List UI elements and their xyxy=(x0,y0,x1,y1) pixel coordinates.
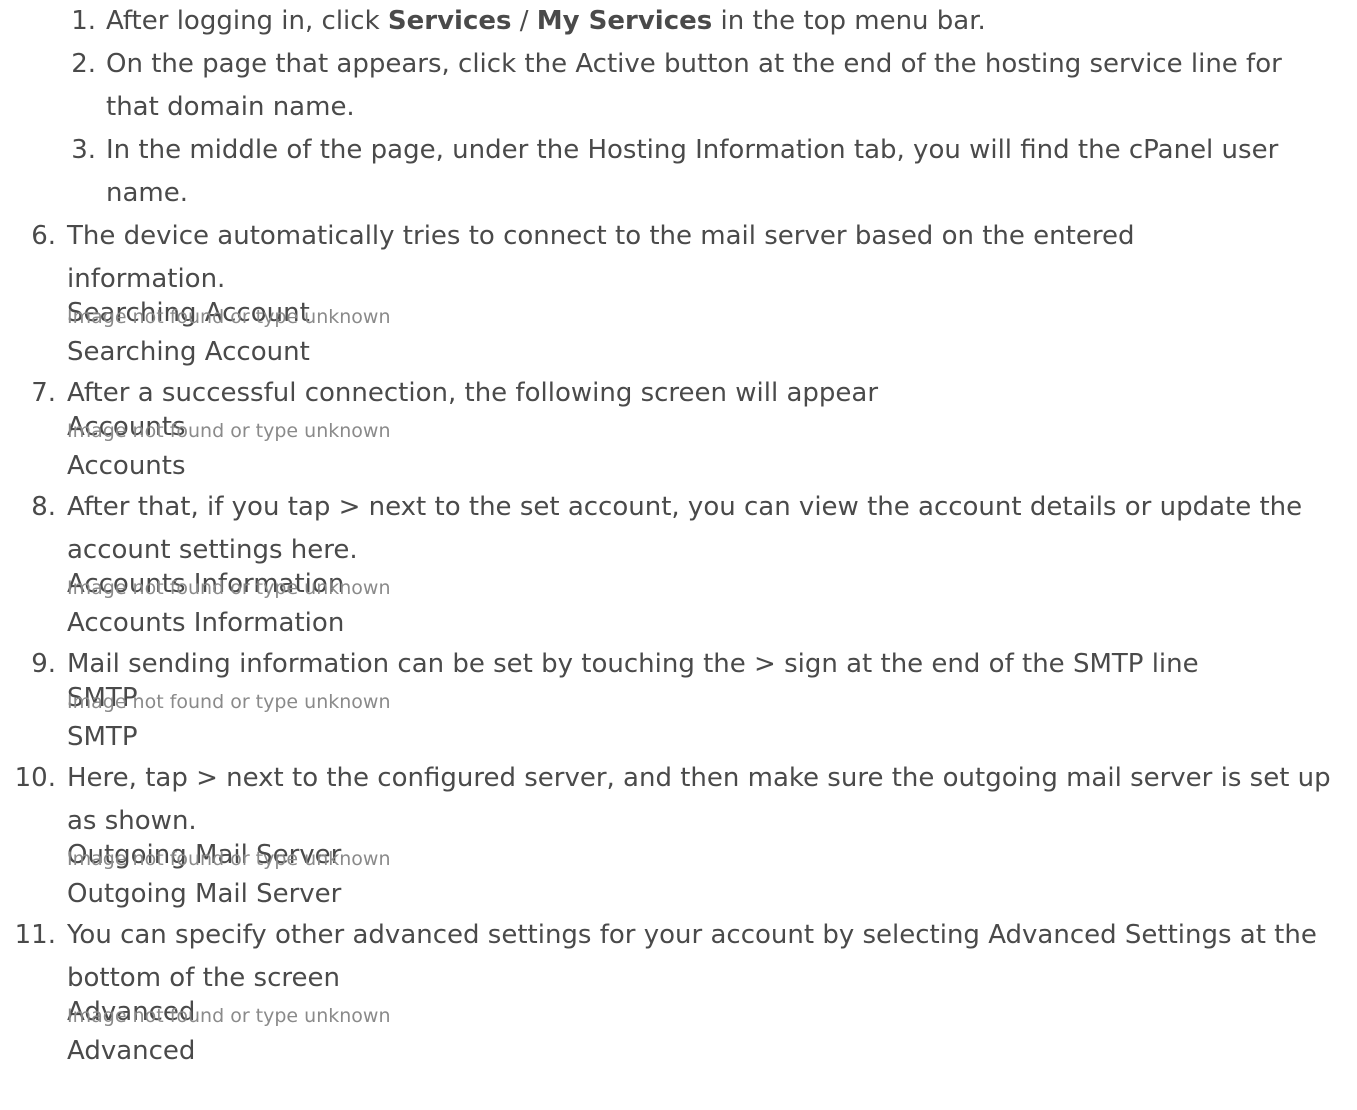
substep-number: 1. xyxy=(71,6,96,36)
document-page: 1. After logging in, click Services / My… xyxy=(0,0,1357,1110)
substep-3: 3. In the middle of the page, under the … xyxy=(0,129,1357,215)
image-caption: Accounts Information xyxy=(67,608,345,638)
my-services-menu-label: My Services xyxy=(536,6,713,36)
step-6: 6. The device automatically tries to con… xyxy=(0,215,1357,372)
broken-image-icon: Image not found or type unknown xyxy=(67,577,391,599)
substep-2: 2. On the page that appears, click the A… xyxy=(0,43,1357,129)
broken-image-icon: Image not found or type unknown xyxy=(67,691,391,713)
step-text: The device automatically tries to connec… xyxy=(67,221,1135,294)
step-list: 6. The device automatically tries to con… xyxy=(0,215,1357,1071)
image-caption: SMTP xyxy=(67,722,138,752)
image-caption: Searching Account xyxy=(67,337,310,367)
step-text: Here, tap > next to the configured serve… xyxy=(67,763,1331,836)
step-text: After a successful connection, the follo… xyxy=(67,378,879,408)
image-caption: Outgoing Mail Server xyxy=(67,879,342,909)
step-text: Mail sending information can be set by t… xyxy=(67,649,1199,679)
broken-image-icon: Image not found or type unknown xyxy=(67,306,391,328)
image-caption: Accounts xyxy=(67,451,186,481)
substep-number: 3. xyxy=(71,135,96,165)
image-placeholder: Advanced Image not found or type unknown xyxy=(67,997,1357,1032)
step-number: 8. xyxy=(31,492,56,522)
step-9: 9. Mail sending information can be set b… xyxy=(0,643,1357,757)
image-placeholder: Accounts Information Image not found or … xyxy=(67,569,1357,604)
step-11: 11. You can specify other advanced setti… xyxy=(0,914,1357,1071)
step-number: 9. xyxy=(31,649,56,679)
substep-list: 1. After logging in, click Services / My… xyxy=(0,0,1357,215)
broken-image-icon: Image not found or type unknown xyxy=(67,420,391,442)
substep-text: In the middle of the page, under the Hos… xyxy=(106,135,1279,208)
step-number: 10. xyxy=(14,763,56,793)
step-text: You can specify other advanced settings … xyxy=(67,920,1317,993)
substep-1: 1. After logging in, click Services / My… xyxy=(0,0,1357,43)
substep-text: On the page that appears, click the Acti… xyxy=(106,49,1282,122)
broken-image-icon: Image not found or type unknown xyxy=(67,1005,391,1027)
step-number: 7. xyxy=(31,378,56,408)
step-number: 6. xyxy=(31,221,56,251)
image-placeholder: Accounts Image not found or type unknown xyxy=(67,412,1357,447)
image-placeholder: Searching Account Image not found or typ… xyxy=(67,298,1357,333)
image-caption: Advanced xyxy=(67,1036,196,1066)
services-menu-label: Services xyxy=(387,6,512,36)
image-placeholder: SMTP Image not found or type unknown xyxy=(67,683,1357,718)
step-7: 7. After a successful connection, the fo… xyxy=(0,372,1357,486)
broken-image-icon: Image not found or type unknown xyxy=(67,848,391,870)
step-number: 11. xyxy=(14,920,56,950)
step-8: 8. After that, if you tap > next to the … xyxy=(0,486,1357,643)
image-placeholder: Outgoing Mail Server Image not found or … xyxy=(67,840,1357,875)
step-10: 10. Here, tap > next to the configured s… xyxy=(0,757,1357,914)
step-text: After that, if you tap > next to the set… xyxy=(67,492,1303,565)
substep-text: After logging in, click Services / My Se… xyxy=(106,6,986,36)
substep-number: 2. xyxy=(71,49,96,79)
